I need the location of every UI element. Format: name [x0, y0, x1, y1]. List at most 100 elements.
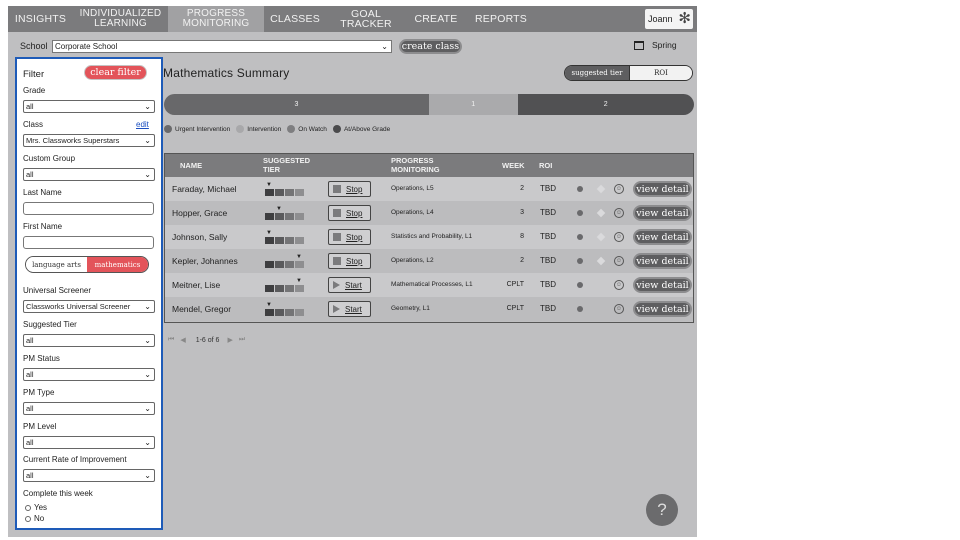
universal-screener-select[interactable]: Classworks Universal Screener ⌄	[23, 300, 155, 313]
view-detail-button[interactable]: view detail	[633, 205, 692, 221]
term-selector[interactable]: Spring	[634, 40, 677, 50]
view-detail-button[interactable]: view detail	[633, 301, 692, 317]
stop-pm-button[interactable]: Stop	[328, 205, 371, 221]
table-row: Hopper, Grace ▼ Stop Operations, L4 3 TBD ☺ vie…	[164, 201, 694, 225]
next-page-icon[interactable]: ▶	[227, 336, 232, 344]
face-icon[interactable]: ☺	[614, 208, 624, 218]
tier-bar	[295, 309, 304, 316]
nav-goal-tracker[interactable]: GOAL TRACKER	[326, 6, 406, 32]
view-detail-button[interactable]: view detail	[633, 253, 692, 269]
gear-icon[interactable]: ✻	[678, 10, 691, 28]
roi-value: TBD	[540, 280, 556, 289]
table-row: Faraday, Michael ▼ Stop Operations, L5 2 TBD ☺…	[164, 177, 694, 201]
face-icon[interactable]: ☺	[614, 280, 624, 290]
stop-pm-button[interactable]: Stop	[328, 253, 371, 269]
tier-segment[interactable]: 1	[429, 94, 518, 115]
status-dot-icon	[577, 210, 583, 216]
suggested-tier-select[interactable]: all ⌄	[23, 334, 155, 347]
table-row: Meitner, Lise ▼ Start Mathematical Processe…	[164, 273, 694, 297]
view-detail-button[interactable]: view detail	[633, 277, 692, 293]
tier-segment[interactable]: 2	[517, 94, 694, 115]
pm-level-select[interactable]: all ⌄	[23, 436, 155, 449]
pm-type-label: PM Type	[23, 388, 55, 397]
grade-label: Grade	[23, 86, 46, 95]
face-icon[interactable]: ☺	[614, 232, 624, 242]
nav-progress-monitoring[interactable]: PROGRESS MONITORING	[168, 6, 264, 32]
face-icon[interactable]: ☺	[614, 184, 624, 194]
header-tier[interactable]: SUGGESTED TIER	[263, 153, 323, 177]
view-detail-button[interactable]: view detail	[633, 229, 692, 245]
pm-type-select[interactable]: all ⌄	[23, 402, 155, 415]
student-name: Johnson, Sally	[172, 232, 228, 242]
suggested-tier-option[interactable]: suggested tier	[565, 66, 629, 80]
face-icon[interactable]: ☺	[614, 304, 624, 314]
week-value: 3	[520, 209, 524, 216]
first-page-icon[interactable]: ⏮	[168, 336, 174, 344]
prev-page-icon[interactable]: ◀	[180, 336, 185, 344]
grade-value: all	[26, 102, 34, 111]
rate-label: Current Rate of Improvement	[23, 455, 127, 464]
radio-circle	[25, 515, 31, 522]
student-name: Mendel, Gregor	[172, 304, 232, 314]
tier-bar	[265, 237, 274, 244]
tier-marker-icon: ▼	[266, 182, 272, 188]
pm-status-select[interactable]: all ⌄	[23, 368, 155, 381]
header-name[interactable]: NAME	[180, 153, 202, 177]
stop-pm-button[interactable]: Stop	[328, 181, 371, 197]
header-week[interactable]: WEEK	[502, 153, 525, 177]
class-select[interactable]: Mrs. Classworks Superstars ⌄	[23, 134, 155, 147]
last-name-input[interactable]	[23, 202, 154, 215]
school-value: Corporate School	[55, 42, 118, 51]
header-pm[interactable]: PROGRESS MONITORING	[391, 153, 461, 177]
rate-select[interactable]: all ⌄	[23, 469, 155, 482]
term-label: Spring	[652, 40, 677, 50]
user-menu[interactable]: Joann ✻	[645, 9, 693, 29]
mathematics-option[interactable]: mathematics	[87, 257, 148, 272]
legend-item: Urgent Intervention	[164, 125, 230, 133]
complete-yes-radio[interactable]: Yes	[25, 503, 47, 512]
nav-create[interactable]: CREATE	[408, 6, 464, 32]
complete-no-radio[interactable]: No	[25, 514, 44, 523]
school-bar: School Corporate School ⌄ create class S…	[8, 37, 697, 55]
custom-group-select[interactable]: all ⌄	[23, 168, 155, 181]
first-name-input[interactable]	[23, 236, 154, 249]
week-value: 2	[520, 185, 524, 192]
start-pm-button[interactable]: Start	[328, 277, 371, 293]
stop-pm-button[interactable]: Stop	[328, 229, 371, 245]
legend-label: On Watch	[298, 125, 327, 133]
language-arts-option[interactable]: language arts	[26, 257, 87, 272]
nav-reports[interactable]: REPORTS	[466, 6, 536, 32]
week-value: 8	[520, 233, 524, 240]
view-detail-button[interactable]: view detail	[633, 181, 692, 197]
pm-action-label: Stop	[346, 208, 363, 218]
school-label: School	[20, 41, 48, 51]
custom-group-value: all	[26, 170, 34, 179]
face-icon[interactable]: ☺	[614, 256, 624, 266]
create-class-button[interactable]: create class	[399, 39, 462, 54]
start-pm-button[interactable]: Start	[328, 301, 371, 317]
roi-option[interactable]: ROI	[629, 66, 692, 80]
help-button[interactable]: ?	[646, 494, 678, 526]
grade-select[interactable]: all ⌄	[23, 100, 155, 113]
school-select[interactable]: Corporate School ⌄	[52, 40, 392, 53]
custom-group-label: Custom Group	[23, 154, 76, 163]
pm-action-label: Start	[345, 280, 362, 290]
complete-week-label: Complete this week	[23, 489, 93, 498]
legend-dot	[164, 125, 172, 133]
chevron-down-icon: ⌄	[144, 370, 151, 379]
header-roi[interactable]: ROI	[539, 153, 552, 177]
edit-class-link[interactable]: edit	[136, 120, 149, 129]
pm-assignment: Geometry, L1	[391, 305, 430, 312]
clear-filter-button[interactable]: clear filter	[84, 65, 147, 80]
pm-status-label: PM Status	[23, 354, 60, 363]
suggested-tier-indicator: ▼	[265, 302, 305, 317]
last-page-icon[interactable]: ⏭	[239, 336, 245, 344]
nav-insights[interactable]: INSIGHTS	[8, 6, 73, 32]
tier-segment[interactable]: 3	[164, 94, 429, 115]
nav-classes[interactable]: CLASSES	[266, 6, 324, 32]
suggested-tier-indicator: ▼	[265, 278, 305, 293]
tier-bar	[275, 261, 284, 268]
student-name: Meitner, Lise	[172, 280, 221, 290]
nav-individualized-learning[interactable]: INDIVIDUALIZED LEARNING	[75, 6, 166, 32]
tier-bar	[265, 189, 274, 196]
